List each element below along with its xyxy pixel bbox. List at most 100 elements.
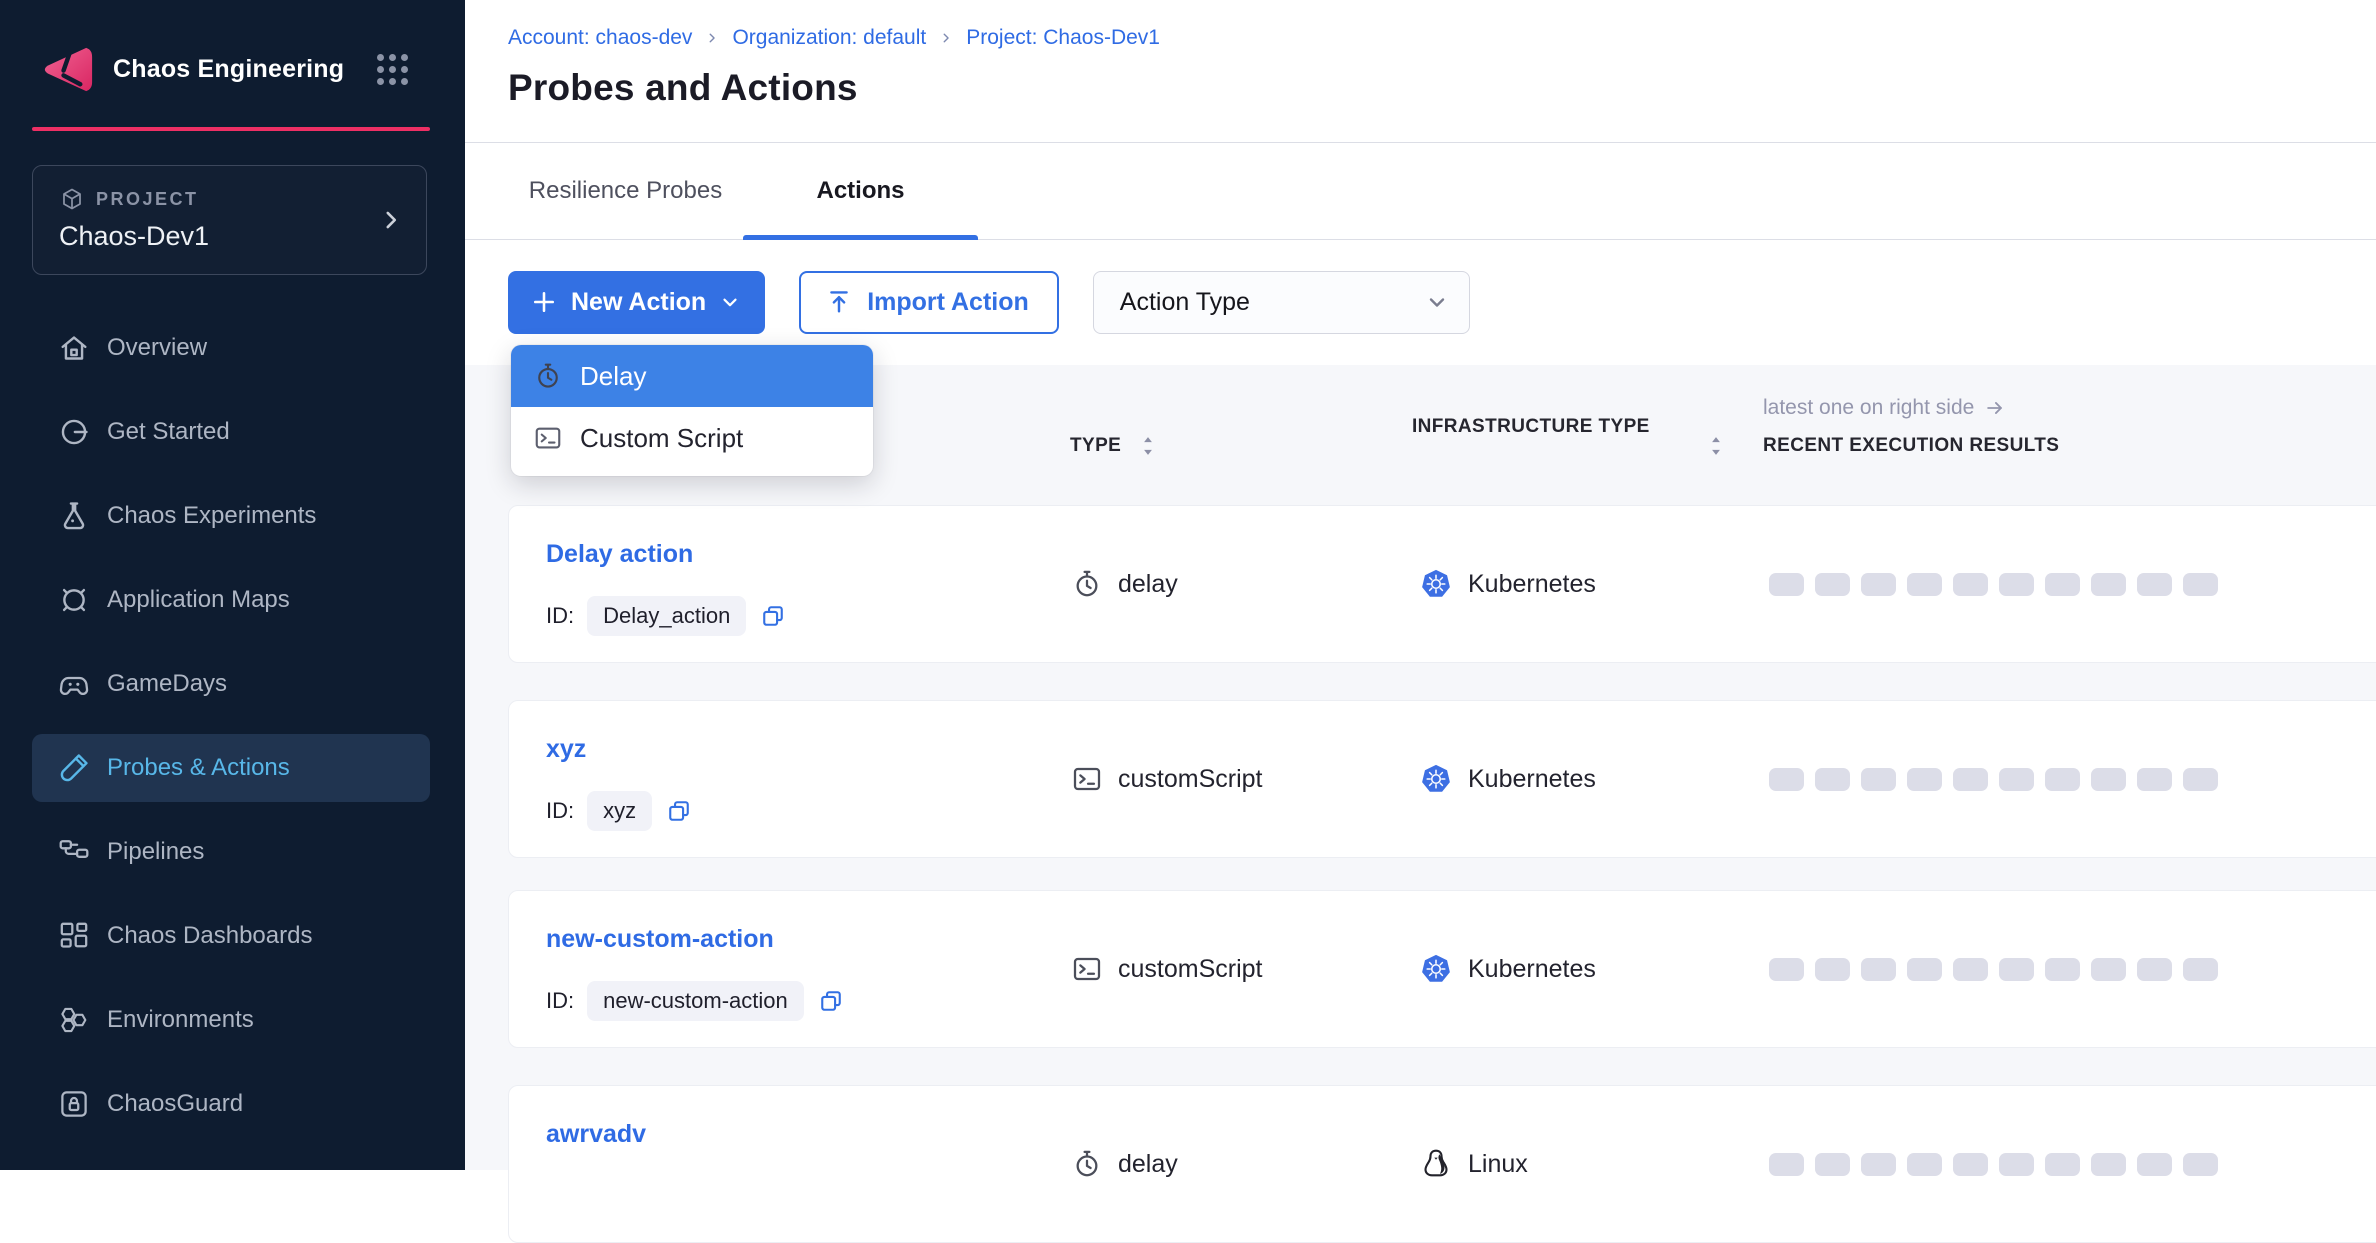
execution-result-placeholder	[1907, 768, 1942, 791]
type-cell: delay	[1071, 506, 1178, 662]
execution-result-placeholder	[1861, 768, 1896, 791]
sidebar-item-overview[interactable]: Overview	[32, 314, 430, 382]
sidebar-item-label: Environments	[107, 1006, 254, 1034]
sort-icon[interactable]	[1703, 433, 1729, 459]
sidebar-item-label: Get Started	[107, 418, 230, 446]
execution-result-placeholder	[2045, 573, 2080, 596]
sidebar-nav: Overview Get Started Chaos Experiments A…	[0, 314, 465, 1138]
recent-execution-results	[1769, 506, 2218, 662]
type-value: delay	[1118, 570, 1178, 599]
gamepad-icon	[57, 667, 91, 701]
terminal-icon	[533, 423, 563, 453]
infrastructure-cell: Kubernetes	[1419, 891, 1596, 1047]
dropdown-item-label: Custom Script	[580, 423, 743, 454]
type-cell: delay	[1071, 1086, 1178, 1242]
plus-icon	[530, 288, 558, 316]
breadcrumb-link-2[interactable]: Project: Chaos-Dev1	[966, 26, 1160, 50]
project-selector[interactable]: PROJECT Chaos-Dev1	[32, 165, 427, 275]
execution-result-placeholder	[2137, 573, 2172, 596]
action-id-line: ID: new-custom-action	[546, 981, 845, 1021]
type-value: customScript	[1118, 765, 1262, 794]
sidebar-accent-divider	[32, 127, 430, 131]
new-action-button[interactable]: New Action	[508, 271, 765, 334]
sidebar-item-chaosguard[interactable]: ChaosGuard	[32, 1070, 430, 1138]
linux-icon	[1419, 1147, 1453, 1181]
execution-result-placeholder	[2045, 958, 2080, 981]
execution-result-placeholder	[1999, 768, 2034, 791]
breadcrumb-link-0[interactable]: Account: chaos-dev	[508, 26, 692, 50]
type-cell: customScript	[1071, 701, 1262, 857]
recent-execution-results	[1769, 701, 2218, 857]
copy-icon[interactable]	[817, 987, 845, 1015]
sidebar-item-probes-actions[interactable]: Probes & Actions	[32, 734, 430, 802]
sidebar-item-label: GameDays	[107, 670, 227, 698]
sidebar-item-label: Overview	[107, 334, 207, 362]
dropdown-item-custom-script[interactable]: Custom Script	[511, 407, 873, 469]
copy-icon[interactable]	[665, 797, 693, 825]
sidebar-item-gamedays[interactable]: GameDays	[32, 650, 430, 718]
type-value: delay	[1118, 1150, 1178, 1179]
sidebar-item-application-maps[interactable]: Application Maps	[32, 566, 430, 634]
pipeline-icon	[57, 835, 91, 869]
sidebar-item-pipelines[interactable]: Pipelines	[32, 818, 430, 886]
column-label: RECENT EXECUTION RESULTS	[1763, 435, 2059, 457]
execution-result-placeholder	[2091, 1153, 2126, 1176]
action-type-value: Action Type	[1120, 288, 1250, 317]
stopwatch-icon	[533, 361, 563, 391]
execution-result-placeholder	[1999, 1153, 2034, 1176]
execution-result-placeholder	[1769, 573, 1804, 596]
action-name-link[interactable]: Delay action	[546, 540, 693, 569]
action-type-select[interactable]: Action Type	[1093, 271, 1470, 334]
action-name-link[interactable]: new-custom-action	[546, 925, 774, 954]
execution-result-placeholder	[2091, 958, 2126, 981]
dropdown-item-label: Delay	[580, 361, 646, 392]
cube-icon	[59, 186, 85, 212]
chevron-right-icon	[378, 207, 404, 233]
app-switcher-icon[interactable]	[377, 54, 408, 85]
kubernetes-icon	[1419, 762, 1453, 796]
recent-execution-results	[1769, 1086, 2218, 1242]
execution-result-placeholder	[2183, 1153, 2218, 1176]
sidebar-item-chaos-experiments[interactable]: Chaos Experiments	[32, 482, 430, 550]
type-value: customScript	[1118, 955, 1262, 984]
results-hint-label: latest one on right side	[1763, 396, 1974, 420]
infrastructure-value: Kubernetes	[1468, 765, 1596, 794]
tab-actions[interactable]: Actions	[743, 143, 978, 239]
sidebar-item-environments[interactable]: Environments	[32, 986, 430, 1054]
sidebar-item-label: Chaos Dashboards	[107, 922, 312, 950]
sort-icon[interactable]	[1135, 433, 1161, 459]
action-id-value: new-custom-action	[587, 981, 804, 1021]
sidebar-item-label: Application Maps	[107, 586, 290, 614]
terminal-icon	[1071, 953, 1103, 985]
action-name-link[interactable]: awrvadv	[546, 1120, 646, 1149]
breadcrumb-link-1[interactable]: Organization: default	[732, 26, 926, 50]
id-label: ID:	[546, 603, 574, 629]
app-title: Chaos Engineering	[113, 55, 344, 84]
dropdown-item-delay[interactable]: Delay	[511, 345, 873, 407]
column-label: TYPE	[1070, 435, 1121, 457]
execution-result-placeholder	[1953, 573, 1988, 596]
stopwatch-icon	[1071, 568, 1103, 600]
probe-icon	[57, 751, 91, 785]
kubernetes-icon	[1419, 567, 1453, 601]
import-icon	[825, 288, 853, 316]
sidebar-item-chaos-dashboards[interactable]: Chaos Dashboards	[32, 902, 430, 970]
stopwatch-icon	[1071, 1148, 1103, 1180]
sidebar-item-get-started[interactable]: Get Started	[32, 398, 430, 466]
execution-result-placeholder	[2137, 768, 2172, 791]
execution-result-placeholder	[1953, 958, 1988, 981]
sidebar-item-label: ChaosGuard	[107, 1090, 243, 1118]
import-action-button[interactable]: Import Action	[799, 271, 1059, 334]
kubernetes-icon	[1419, 952, 1453, 986]
execution-result-placeholder	[1861, 1153, 1896, 1176]
sidebar-item-label: Chaos Experiments	[107, 502, 316, 530]
copy-icon[interactable]	[759, 602, 787, 630]
infrastructure-cell: Kubernetes	[1419, 506, 1596, 662]
infrastructure-value: Kubernetes	[1468, 955, 1596, 984]
main-area: Account: chaos-dev Organization: default P…	[465, 0, 2376, 1170]
tab-resilience-probes[interactable]: Resilience Probes	[508, 143, 743, 239]
sidebar-header: Chaos Engineering	[0, 0, 465, 127]
execution-result-placeholder	[1769, 958, 1804, 981]
action-name-link[interactable]: xyz	[546, 735, 586, 764]
page-header: Account: chaos-dev Organization: default P…	[465, 0, 2376, 143]
